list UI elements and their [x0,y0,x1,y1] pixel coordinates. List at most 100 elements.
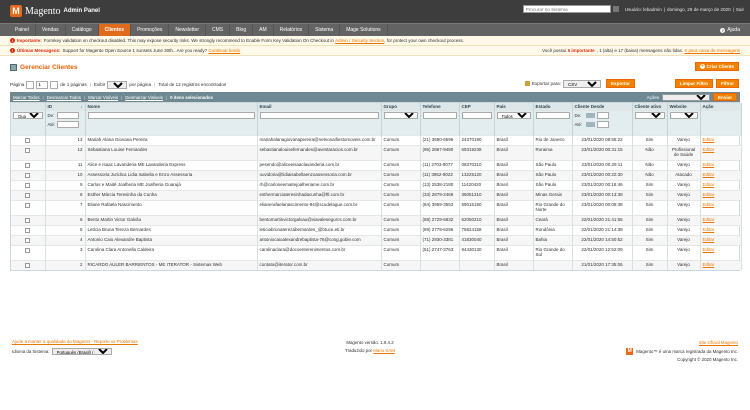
nav-am[interactable]: AM [253,24,274,36]
row-checkbox[interactable] [25,247,31,253]
since-to-input[interactable] [596,121,609,128]
table-row[interactable]: 8 Esther Márcia Teresinha da Cunha estherm… [11,189,742,200]
export-format-select[interactable]: CSV [562,79,601,88]
inbox-link[interactable]: Ir para caixa de mensagens [684,48,740,53]
row-checkbox[interactable] [25,182,31,188]
col-website[interactable]: Website [667,103,701,111]
add-customer-button[interactable]: + Criar Cliente [694,62,739,71]
nav-mage-solutions[interactable]: Mage Solutions [340,24,388,36]
edit-link[interactable]: Editar [703,137,715,142]
table-row[interactable]: 3 Carolina Clara Antonella Caldeira caroli… [11,244,742,260]
calendar-icon[interactable] [585,122,595,127]
col-name[interactable]: Nome [85,103,258,111]
read-more-link[interactable]: Continuar lendo [208,46,240,55]
per-page-select[interactable]: 20 [107,80,128,89]
security-section-link[interactable]: Admin / Security Section [335,36,384,45]
nav-vendas[interactable]: Vendas [36,24,66,36]
reset-filter-button[interactable]: Limpar Filtro [674,79,713,88]
nav-promocoes[interactable]: Promoções [131,24,170,36]
col-zip[interactable]: CEP [459,103,495,111]
nav-painel[interactable]: Painel [9,24,36,36]
translator-link[interactable]: Mario SAM [373,348,395,353]
row-checkbox[interactable] [25,172,31,178]
edit-link[interactable]: Editar [703,182,715,187]
row-checkbox[interactable] [25,227,31,233]
export-button[interactable]: Exportar [605,79,635,88]
row-checkbox[interactable] [25,237,31,243]
active-filter-select[interactable] [634,112,665,119]
row-checkbox[interactable] [25,192,31,198]
report-bugs-link[interactable]: Ajude a manter a qualidade do Magento - … [12,339,138,344]
col-customer-since[interactable]: Cliente Desde [572,103,633,111]
row-checkbox[interactable] [25,162,31,168]
row-checkbox[interactable] [25,147,31,153]
unselect-visible-link[interactable]: Desmarcar Visíveis [125,95,163,100]
col-state[interactable]: Estado [533,103,573,111]
edit-link[interactable]: Editar [703,227,715,232]
select-all-link[interactable]: Marcar Todos [13,95,40,100]
massaction-select[interactable] [661,93,710,101]
edit-link[interactable]: Editar [703,247,715,252]
nav-clientes[interactable]: Clientes [98,24,132,36]
global-search-input[interactable] [522,5,611,13]
interface-locale-select[interactable]: Português (Brasil) / português (Br [51,348,112,355]
table-row[interactable]: 11 Alice e Isaac Lavanderia ME Lavanderia… [11,159,742,170]
name-filter-input[interactable] [87,112,255,119]
nav-sistema[interactable]: Sistema [309,24,341,36]
table-row[interactable]: 10 Assessoria Jurídica Lidia Isabella e E… [11,169,742,180]
col-phone[interactable]: Telefone [420,103,460,111]
table-row[interactable]: 6 Bento Martin Victor Galvão bentomartinvi… [11,214,742,225]
nav-blog[interactable]: Blog [230,24,254,36]
table-row[interactable]: 2 RICARDO AULER BARRIENTOS - ME ITERATOR … [11,259,742,270]
row-checkbox[interactable] [25,202,31,208]
nav-cms[interactable]: CMS [206,24,231,36]
country-filter-select[interactable]: Todos os Paí [496,112,531,119]
unselect-all-link[interactable]: Desmarcar Todos [47,95,81,100]
official-site-link[interactable]: Site Oficial Magento [699,340,738,345]
row-checkbox[interactable] [25,137,31,143]
help-link[interactable]: ? Ajuda [720,24,740,36]
nav-relatorios[interactable]: Relatórios [274,24,310,36]
edit-link[interactable]: Editar [703,217,715,222]
next-page-icon[interactable] [50,80,59,89]
select-filter[interactable]: Qualquer [13,112,43,119]
row-checkbox[interactable] [25,262,31,268]
table-row[interactable]: 4 Antonio Caio Alexandre Baptista antonioc… [11,234,742,245]
table-row[interactable]: 13 Mariah Alana Giovana Pereira mariahalan… [11,134,742,145]
search-button[interactable]: Filtrar [715,79,739,88]
search-icon[interactable] [612,6,619,12]
phone-filter-input[interactable] [422,112,457,119]
id-to-input[interactable] [56,121,79,128]
massaction-submit-button[interactable]: Enviar [712,93,737,101]
since-from-input[interactable] [596,112,609,119]
edit-link[interactable]: Editar [703,237,715,242]
col-country[interactable]: País [494,103,534,111]
edit-link[interactable]: Editar [703,262,715,267]
website-filter-select[interactable] [669,112,698,119]
prev-page-icon[interactable] [26,80,35,89]
select-visible-link[interactable]: Marcar Visíveis [88,95,118,100]
nav-newsletter[interactable]: Newsletter [169,24,206,36]
col-active[interactable]: Cliente ativo [632,103,668,111]
table-row[interactable]: 9 Carlos e Maitê Joalheria ME Joalheria G… [11,179,742,190]
edit-link[interactable]: Editar [703,147,715,152]
col-email[interactable]: Email [257,103,382,111]
edit-link[interactable]: Editar [703,202,715,207]
page-input[interactable] [36,80,49,89]
group-filter-select[interactable] [383,112,418,119]
state-filter-input[interactable] [535,112,570,119]
nav-catalogo[interactable]: Catálogo [66,24,99,36]
col-id[interactable]: ID ↓ [45,103,86,111]
calendar-icon[interactable] [585,113,595,118]
id-from-input[interactable] [56,112,79,119]
email-filter-input[interactable] [259,112,379,119]
logout-link[interactable]: Sair [736,7,744,12]
table-row[interactable]: 7 Eliane Rafaela Nascimento elianerafaelan… [11,199,742,215]
col-group[interactable]: Grupo [381,103,421,111]
table-row[interactable]: 5 Letícia Bruna Tereza Bernardes leticiabr… [11,224,742,235]
edit-link[interactable]: Editar [703,172,715,177]
row-checkbox[interactable] [25,217,31,223]
table-row[interactable]: 12 Sebastiana Louise Fernandes sebastianal… [11,144,742,160]
edit-link[interactable]: Editar [703,162,715,167]
magento-logo[interactable]: M Magento Admin Panel [10,5,100,17]
